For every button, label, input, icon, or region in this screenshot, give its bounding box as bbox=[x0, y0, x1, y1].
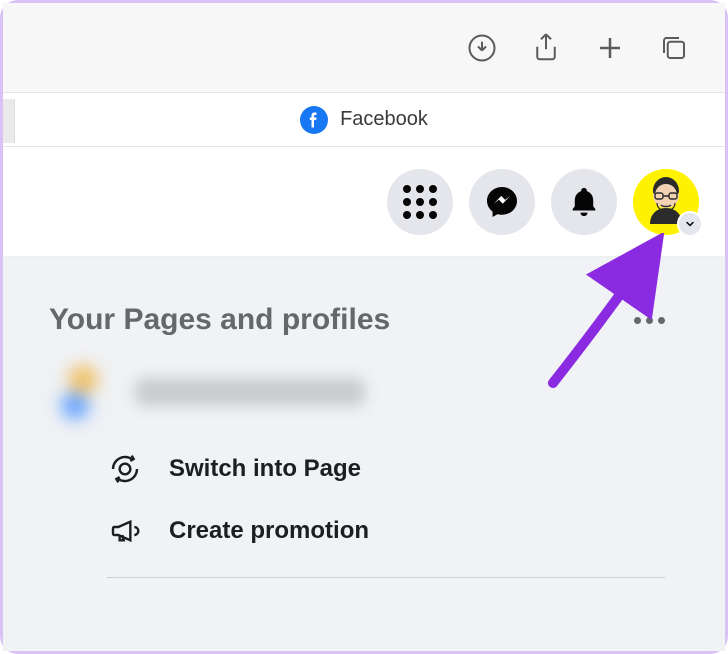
chevron-down-icon[interactable] bbox=[677, 211, 703, 237]
action-label: Switch into Page bbox=[169, 455, 361, 483]
messenger-button[interactable] bbox=[469, 169, 535, 235]
new-tab-icon[interactable] bbox=[595, 33, 625, 63]
tab-overview-icon[interactable] bbox=[659, 33, 689, 63]
pages-panel: Your Pages and profiles Switch into Page bbox=[3, 257, 725, 651]
switch-into-page-button[interactable]: Switch into Page bbox=[107, 451, 725, 487]
tab-stub bbox=[3, 99, 15, 143]
bell-icon bbox=[567, 185, 601, 219]
page-avatar-redacted bbox=[49, 361, 111, 423]
switch-profile-icon bbox=[107, 451, 143, 487]
megaphone-icon bbox=[107, 513, 143, 549]
create-promotion-button[interactable]: Create promotion bbox=[107, 513, 725, 549]
action-label: Create promotion bbox=[169, 517, 369, 545]
page-profile-item[interactable] bbox=[49, 361, 725, 423]
divider bbox=[107, 577, 665, 578]
page-name-redacted bbox=[135, 378, 365, 406]
more-options-button[interactable] bbox=[634, 317, 665, 324]
profile-avatar-button[interactable] bbox=[633, 169, 699, 235]
downloads-icon[interactable] bbox=[467, 33, 497, 63]
site-title: Facebook bbox=[340, 108, 428, 131]
section-title: Your Pages and profiles bbox=[49, 303, 390, 337]
share-icon[interactable] bbox=[531, 33, 561, 63]
browser-title-bar: Facebook bbox=[3, 93, 725, 147]
menu-grid-icon bbox=[403, 185, 437, 219]
facebook-header bbox=[3, 147, 725, 257]
browser-toolbar bbox=[3, 3, 725, 93]
facebook-logo-icon bbox=[300, 106, 328, 134]
notifications-button[interactable] bbox=[551, 169, 617, 235]
menu-button[interactable] bbox=[387, 169, 453, 235]
messenger-icon bbox=[484, 184, 520, 220]
